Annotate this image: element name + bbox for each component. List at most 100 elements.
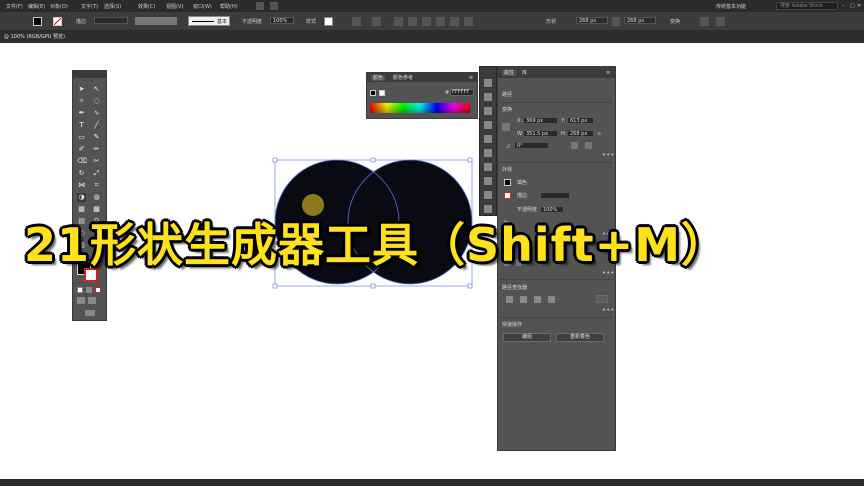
libraries-dock-icon[interactable] xyxy=(484,107,492,115)
menu-select[interactable]: 选择(S) xyxy=(104,3,121,10)
y-field[interactable]: 613 px xyxy=(567,117,594,124)
menu-icon[interactable] xyxy=(716,17,725,26)
eraser-icon[interactable]: ⌫ xyxy=(77,157,87,166)
variable-width-profile[interactable] xyxy=(135,17,177,25)
gradient-dock-icon[interactable] xyxy=(484,177,492,185)
direct-selection-tool-icon[interactable]: ↖ xyxy=(92,85,101,94)
exclude-icon[interactable] xyxy=(548,296,555,303)
height-field[interactable]: 268 px xyxy=(624,17,656,24)
more-options-icon[interactable]: ••• xyxy=(602,151,614,159)
lasso-icon[interactable]: ◌ xyxy=(92,97,101,106)
selection-handle[interactable] xyxy=(272,283,278,289)
rectangle-tool-icon[interactable]: ▭ xyxy=(77,133,86,142)
selection-handle[interactable] xyxy=(370,283,376,289)
magic-wand-icon[interactable]: ✧ xyxy=(77,97,86,106)
selection-handle[interactable] xyxy=(272,157,278,163)
menu-type[interactable]: 文字(T) xyxy=(81,3,98,10)
scissors-icon[interactable]: ✂ xyxy=(92,157,101,166)
x-field[interactable]: 369 px xyxy=(523,117,558,124)
align-middle-icon[interactable] xyxy=(450,17,459,26)
selection-tool-icon[interactable]: ➤ xyxy=(77,85,86,94)
unite-icon[interactable] xyxy=(506,296,513,303)
panel-menu-icon[interactable]: ≡ xyxy=(469,75,473,81)
color-mode-icon[interactable] xyxy=(77,287,83,293)
menu-edit[interactable]: 编辑(E) xyxy=(28,3,45,10)
selection-handle[interactable] xyxy=(467,283,473,289)
isolate-icon[interactable] xyxy=(700,17,709,26)
stroke-swatch[interactable] xyxy=(53,17,62,26)
width-field[interactable]: 268 px xyxy=(576,17,608,24)
paintbrush-icon[interactable]: ✎ xyxy=(92,133,101,142)
draw-mode-icon[interactable] xyxy=(77,297,85,304)
align-top-icon[interactable] xyxy=(436,17,445,26)
panel-menu-icon[interactable]: ≡ xyxy=(606,70,610,76)
expand-pathfinder-button[interactable] xyxy=(596,295,608,303)
maximize-icon[interactable]: □ xyxy=(850,3,855,9)
tab-color[interactable]: 颜色 xyxy=(371,75,386,81)
edit-toolbar-icon[interactable] xyxy=(85,310,95,316)
color-fill-icon[interactable] xyxy=(370,90,376,96)
menu-window[interactable]: 窗口(W) xyxy=(193,3,212,10)
gradient-mode-icon[interactable] xyxy=(86,287,92,293)
minus-front-icon[interactable] xyxy=(520,296,527,303)
arrange-documents-icon[interactable] xyxy=(270,2,278,10)
menu-object[interactable]: 对象(O) xyxy=(50,3,68,10)
pen-tool-icon[interactable]: ✒ xyxy=(77,109,86,118)
transparency-dock-icon[interactable] xyxy=(484,191,492,199)
stroke-dock-icon[interactable] xyxy=(484,163,492,171)
symbols-dock-icon[interactable] xyxy=(484,149,492,157)
constrain-link-icon[interactable]: ∞ xyxy=(597,131,601,137)
transform-label[interactable]: 变换 xyxy=(670,18,680,25)
menu-view[interactable]: 视图(V) xyxy=(166,3,183,10)
line-tool-icon[interactable]: ╱ xyxy=(92,121,101,130)
workspace-layout-icon[interactable] xyxy=(256,2,264,10)
brushes-dock-icon[interactable] xyxy=(484,135,492,143)
w-field[interactable]: 351.5 px xyxy=(523,130,558,137)
shaper-tool-icon[interactable]: ✐ xyxy=(77,145,86,154)
menu-help[interactable]: 帮助(H) xyxy=(220,3,238,10)
intersect-icon[interactable] xyxy=(534,296,541,303)
align-center-icon[interactable] xyxy=(408,17,417,26)
brush-definition[interactable]: 基本 xyxy=(188,16,230,26)
reference-point-icon[interactable] xyxy=(502,123,510,131)
fill-swatch[interactable] xyxy=(504,179,511,186)
none-mode-icon[interactable] xyxy=(95,287,101,293)
align-bottom-icon[interactable] xyxy=(464,17,473,26)
tab-properties[interactable]: 属性 xyxy=(502,70,517,76)
free-transform-icon[interactable]: ⌗ xyxy=(92,181,101,190)
minimize-icon[interactable]: – xyxy=(842,3,845,9)
graphic-style-swatch[interactable] xyxy=(324,17,333,26)
align-right-icon[interactable] xyxy=(422,17,431,26)
menu-effect[interactable]: 效果(C) xyxy=(138,3,155,10)
recolor-icon[interactable] xyxy=(352,17,361,26)
tab-libraries[interactable]: 库 xyxy=(522,70,527,76)
align-icon[interactable] xyxy=(372,17,381,26)
close-icon[interactable]: ✕ xyxy=(857,3,861,9)
flip-vertical-icon[interactable] xyxy=(585,142,592,149)
color-stroke-icon[interactable] xyxy=(379,90,385,96)
menu-file[interactable]: 文件(F) xyxy=(6,3,23,10)
width-tool-icon[interactable]: ⋈ xyxy=(77,181,86,190)
rotate-tool-icon[interactable]: ↻ xyxy=(77,169,86,178)
type-tool-icon[interactable]: T xyxy=(77,121,86,130)
fill-swatch[interactable] xyxy=(33,17,42,26)
tab-color-guide[interactable]: 颜色参考 xyxy=(393,75,413,81)
more-options-icon[interactable]: ••• xyxy=(602,306,614,314)
hex-field[interactable]: FFFFFF xyxy=(450,89,474,96)
stroke-weight-field[interactable] xyxy=(94,17,128,24)
h-field[interactable]: 268 px xyxy=(567,130,594,137)
opacity-field[interactable]: 100% xyxy=(270,17,294,24)
stroke-weight-field[interactable] xyxy=(540,192,570,199)
align-left-icon[interactable] xyxy=(394,17,403,26)
flip-horizontal-icon[interactable] xyxy=(571,142,578,149)
shape-builder-tool-icon[interactable]: ◑ xyxy=(77,193,86,202)
stroke-swatch[interactable] xyxy=(504,192,511,199)
selection-handle[interactable] xyxy=(370,157,376,163)
recolor-button[interactable]: 重新着色 xyxy=(556,333,604,342)
screen-mode-icon[interactable] xyxy=(88,297,96,304)
selection-handle[interactable] xyxy=(467,157,473,163)
document-tab[interactable]: @ 100% (RGB/GPU 预览) xyxy=(0,33,69,40)
pencil-tool-icon[interactable]: ✏ xyxy=(92,145,101,154)
stock-search-input[interactable]: 搜索 Adobe Stock xyxy=(776,2,838,10)
layers-dock-icon[interactable] xyxy=(484,93,492,101)
